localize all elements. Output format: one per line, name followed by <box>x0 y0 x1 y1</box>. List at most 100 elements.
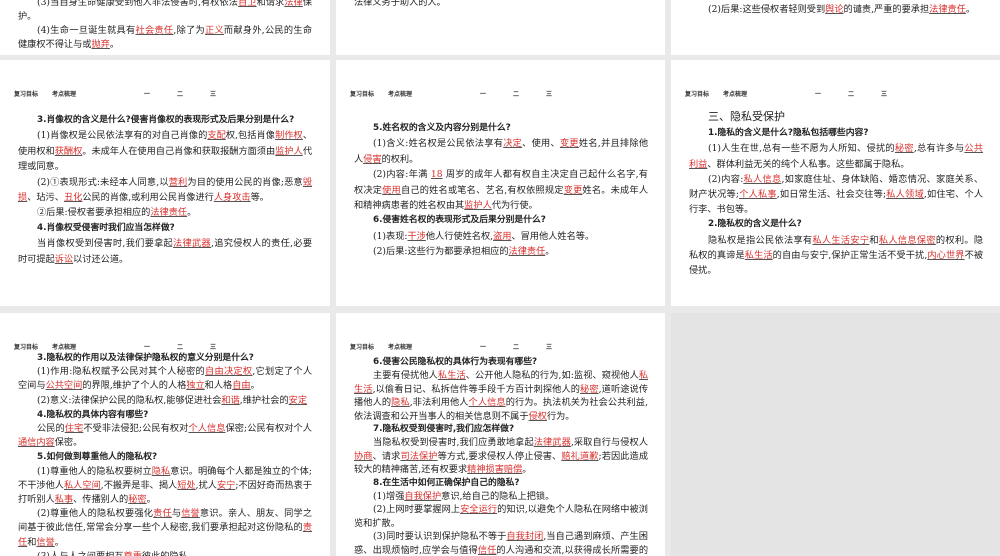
text-segment: ,扰人 <box>195 479 217 491</box>
text-segment: ,如日常生活、社会交往等; <box>776 189 887 201</box>
text-segment: (2)尊重他人的隐私权要强化 <box>37 508 154 520</box>
answer-keyword: 秘密 <box>894 143 914 155</box>
text-segment: 6.侵害姓名权的表现形式及后果分别是什么? <box>373 215 546 226</box>
answer-keyword: 自由决定权 <box>205 366 253 378</box>
answer-keyword: 私人领域 <box>886 189 924 201</box>
answer-keyword: 自由 <box>232 380 251 392</box>
nav-review-goals[interactable]: 复习目标 <box>14 342 38 351</box>
nav-key-points[interactable]: 考点梳理 <box>723 89 747 98</box>
text-segment: 和 <box>869 234 879 246</box>
answer-keyword: 干涉 <box>407 230 426 242</box>
answer-keyword: 尊重 <box>124 551 142 556</box>
paragraph: (2)内容:私人信息,如家庭住址、身体缺陷、婚恋情况、家庭关系、财产状况等;个人… <box>689 172 983 218</box>
nav-key-points[interactable]: 考点梳理 <box>388 89 412 98</box>
answer-keyword: 隐私 <box>151 465 171 477</box>
answer-keyword: 制作权 <box>275 130 303 142</box>
answer-keyword: 诉讼 <box>54 253 74 265</box>
slide-body: 6.侵害公民隐私权的具体行为表现有哪些? 主要有侵扰他人私生活、公开他人隐私的行为… <box>354 356 648 556</box>
tab-two[interactable]: 二 <box>513 89 519 98</box>
text-segment: ,不搬弄是非、揭人 <box>100 479 178 491</box>
paragraph: 主要有侵扰他人私生活、公开他人隐私的行为,如:监视、窥视他人私生活,以偷看日记、… <box>354 369 648 423</box>
text-segment: 。 <box>250 380 260 392</box>
paragraph: (2)①表现形式:未经本人同意,以营利为目的使用公民的肖像;恶意毁损、玷污、丑化… <box>18 175 312 206</box>
answer-keyword: 责任 <box>153 508 172 520</box>
answer-keyword: 自我保护 <box>404 491 442 503</box>
text-segment: 当肖像权受到侵害时,我们要拿起 <box>37 238 174 250</box>
answer-keyword: 短处 <box>177 479 196 491</box>
slide-bot-left: 复习目标 考点梳理 一 二 三 3.隐私权的作用以及法律保护隐私权的意义分别是什么? (1… <box>0 313 330 556</box>
slide-body: 3.肖像权的含义是什么?侵害肖像权的表现形式及后果分别是什么? (1)肖像权是公民… <box>18 113 312 267</box>
slide-top-right: (2)后果:这些侵权者轻则受到舆论的谴责,严重的要承担法律责任。 <box>671 0 1000 55</box>
text-segment: (4)生命一旦诞生就具有 <box>37 25 136 36</box>
answer-keyword: 私人生活安宁 <box>812 234 870 246</box>
question-heading: 3.隐私权的作用以及法律保护隐私权的意义分别是什么? <box>18 351 312 365</box>
text-segment: 、请求 <box>372 450 401 462</box>
text-segment: 保密;公民有权对个人 <box>225 423 313 435</box>
paragraph: (3)同时要认识到保护隐私不等于自我封闭,当自己遇到麻烦、产生困惑、出现烦恼时,… <box>354 530 648 556</box>
text-segment: (2)上网时要掌握网上 <box>373 504 461 516</box>
text-segment: 、群体利益无关的纯个人私事。这些都属于隐私。 <box>707 158 910 170</box>
tab-three[interactable]: 三 <box>546 342 552 351</box>
nav-key-points[interactable]: 考点梳理 <box>52 89 76 98</box>
text-segment: ,非法利用他人 <box>409 397 469 409</box>
slide-mid-right: 复习目标 考点梳理 一 二 三 三、隐私受保护 1.隐私的含义是什么?隐私包括哪些内容? (… <box>671 60 1000 306</box>
tab-three[interactable]: 三 <box>210 342 216 351</box>
answer-keyword: 支配 <box>207 130 226 142</box>
text-segment: 。 <box>109 39 120 50</box>
text-segment: 代为行使。 <box>491 200 538 212</box>
answer-keyword: 法律 <box>284 0 303 8</box>
text-segment: 、传播别人的 <box>73 494 129 506</box>
tab-one[interactable]: 一 <box>144 89 150 98</box>
answer-keyword: 法律武器 <box>533 437 571 449</box>
tab-one[interactable]: 一 <box>480 342 486 351</box>
text-segment: ,采取自行与侵权人 <box>570 437 649 449</box>
text-segment: 不受非法侵犯;公民有权对 <box>83 423 189 435</box>
text-segment: 、使用、 <box>522 138 560 150</box>
tab-two[interactable]: 二 <box>848 89 854 98</box>
tab-two[interactable]: 二 <box>177 89 183 98</box>
answer-keyword: 决定 <box>503 138 523 150</box>
answer-keyword: 内心世界 <box>927 249 965 261</box>
question-heading: 7.隐私权受到侵害时,我们应怎样做? <box>354 423 648 436</box>
paragraph: (1)人生在世,总有一些不愿为人所知、侵扰的秘密,总有许多与公共利益、群体利益无… <box>689 141 983 171</box>
text-segment: 公民的 <box>37 423 65 435</box>
tab-three[interactable]: 三 <box>546 89 552 98</box>
paragraph: (3)当自身生命健康受到他人非法侵害时,有权依法自卫和请求法律保护。 <box>18 0 312 24</box>
tab-two[interactable]: 二 <box>513 342 519 351</box>
answer-keyword: 法律责任 <box>508 246 546 258</box>
tab-one[interactable]: 一 <box>480 89 486 98</box>
nav-review-goals[interactable]: 复习目标 <box>350 342 374 351</box>
text-segment: 5.如何做到尊重他人的隐私权? <box>37 452 158 463</box>
text-segment: 意识,给自己的隐私上把锁。 <box>441 491 555 503</box>
text-segment: 行为。 <box>546 410 575 422</box>
tab-two[interactable]: 二 <box>177 342 183 351</box>
slide-empty <box>671 313 1000 556</box>
answer-keyword: 信誉 <box>36 536 55 548</box>
nav-key-points[interactable]: 考点梳理 <box>52 342 76 351</box>
tab-one[interactable]: 一 <box>144 342 150 351</box>
text-segment: (3)人与人之间要相互 <box>37 551 124 556</box>
text-segment: 与 <box>171 508 182 520</box>
nav-review-goals[interactable]: 复习目标 <box>14 89 38 98</box>
answer-keyword: 舆论 <box>825 4 844 15</box>
nav-key-points[interactable]: 考点梳理 <box>388 342 412 351</box>
question-heading: 3.肖像权的含义是什么?侵害肖像权的表现形式及后果分别是什么? <box>18 113 312 128</box>
text-segment: 3.肖像权的含义是什么?侵害肖像权的表现形式及后果分别是什么? <box>37 115 295 125</box>
text-segment: 。 <box>545 246 555 258</box>
answer-keyword: 人身攻击 <box>213 192 251 204</box>
answer-keyword: 安全运行 <box>460 504 498 516</box>
answer-keyword: 司法保护 <box>400 450 438 462</box>
slide-bot-middle: 复习目标 考点梳理 一 二 三 6.侵害公民隐私权的具体行为表现有哪些? 主要有侵扰他人私… <box>336 313 665 556</box>
text-segment: 4.隐私权的具体内容有哪些? <box>37 409 149 420</box>
slide-body: (2)后果:这些侵权者轻则受到舆论的谴责,严重的要承担法律责任。 <box>689 3 983 17</box>
answer-keyword: 安宁 <box>216 479 236 491</box>
tab-three[interactable]: 三 <box>881 89 887 98</box>
paragraph: (2)尊重他人的隐私权要强化责任与信誉意识。亲人、朋友、同学之间基于彼此信任,常… <box>18 507 312 550</box>
paragraph: (1)表现:干涉他人行使姓名权,盗用、冒用他人姓名等。 <box>354 229 648 244</box>
nav-review-goals[interactable]: 复习目标 <box>685 89 709 98</box>
tab-three[interactable]: 三 <box>210 89 216 98</box>
tab-one[interactable]: 一 <box>815 89 821 98</box>
nav-review-goals[interactable]: 复习目标 <box>350 89 374 98</box>
answer-keyword: 自卫 <box>238 0 257 8</box>
text-segment: ,总有许多与 <box>913 143 965 155</box>
